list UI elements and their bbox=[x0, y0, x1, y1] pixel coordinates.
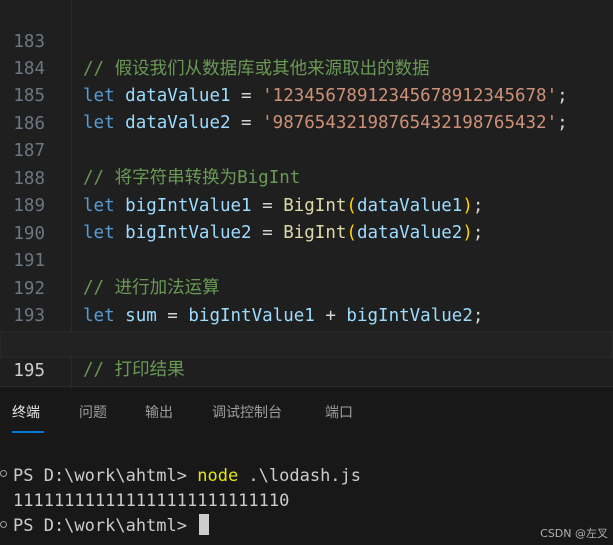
tab-terminal[interactable]: 终端 bbox=[12, 403, 40, 423]
code-line-193[interactable]: 193 bbox=[0, 276, 613, 326]
tab-debug-console[interactable]: 调试控制台 bbox=[212, 403, 282, 423]
code-line-190[interactable]: 190 bbox=[0, 194, 613, 244]
line-number: 195 bbox=[13, 361, 45, 381]
code-comment: // 打印结果 bbox=[83, 360, 185, 380]
terminal-prompt: PS D:\work\ahtml> bbox=[13, 516, 198, 536]
terminal-command-line: PS D:\work\ahtml> node .\lodash.js bbox=[13, 464, 361, 489]
terminal-output: 111111111111111111111111110 bbox=[13, 491, 290, 511]
terminal-prompt-line[interactable]: PS D:\work\ahtml> bbox=[13, 514, 210, 539]
terminal-cursor bbox=[199, 514, 210, 535]
terminal-prompt: PS D:\work\ahtml> bbox=[13, 466, 198, 486]
tab-ports[interactable]: 端口 bbox=[325, 403, 353, 423]
code-line-188[interactable]: 188 let bigIntValue1 = BigInt(dataValue1… bbox=[0, 139, 613, 216]
tab-output[interactable]: 输出 bbox=[145, 403, 173, 423]
active-tab-indicator bbox=[12, 431, 44, 433]
tab-problems[interactable]: 问题 bbox=[79, 403, 107, 423]
code-line-191[interactable]: 191 // 进行加法运算 bbox=[0, 221, 613, 298]
command-decoration-icon[interactable] bbox=[0, 470, 7, 477]
code-line-186[interactable]: 186 bbox=[0, 84, 613, 134]
code-line-192[interactable]: 192 let sum = bigIntValue1 + bigIntValue… bbox=[0, 249, 613, 326]
panel-tabs: 终端 问题 输出 调试控制台 端口 bbox=[0, 387, 613, 435]
code-editor[interactable]: 183 // 假设我们从数据库或其他来源取出的数据 184 let dataVa… bbox=[0, 0, 613, 386]
command-decoration-icon[interactable] bbox=[0, 521, 7, 528]
terminal-args: .\lodash.js bbox=[238, 466, 362, 486]
code-line-187[interactable]: 187 // 将字符串转换为BigInt bbox=[0, 111, 613, 188]
code-line-189[interactable]: 189 let bigIntValue2 = BigInt(dataValue2… bbox=[0, 166, 613, 243]
bottom-panel: 终端 问题 输出 调试控制台 端口 PS D:\work\ahtml> node… bbox=[0, 386, 613, 545]
code-line-183[interactable]: 183 // 假设我们从数据库或其他来源取出的数据 bbox=[0, 2, 613, 79]
terminal-command: node bbox=[197, 466, 239, 486]
watermark: CSDN @左叉 bbox=[540, 527, 608, 540]
code-line-185[interactable]: 185 let dataValue2 = '987654321987654321… bbox=[0, 56, 613, 133]
code-line-195[interactable]: 195 console.log(sum.toString()); bbox=[0, 331, 613, 381]
code-line-194[interactable]: 194 // 打印结果 bbox=[0, 303, 613, 380]
code-line-184[interactable]: 184 let dataValue1 = '123456789123456789… bbox=[0, 29, 613, 106]
